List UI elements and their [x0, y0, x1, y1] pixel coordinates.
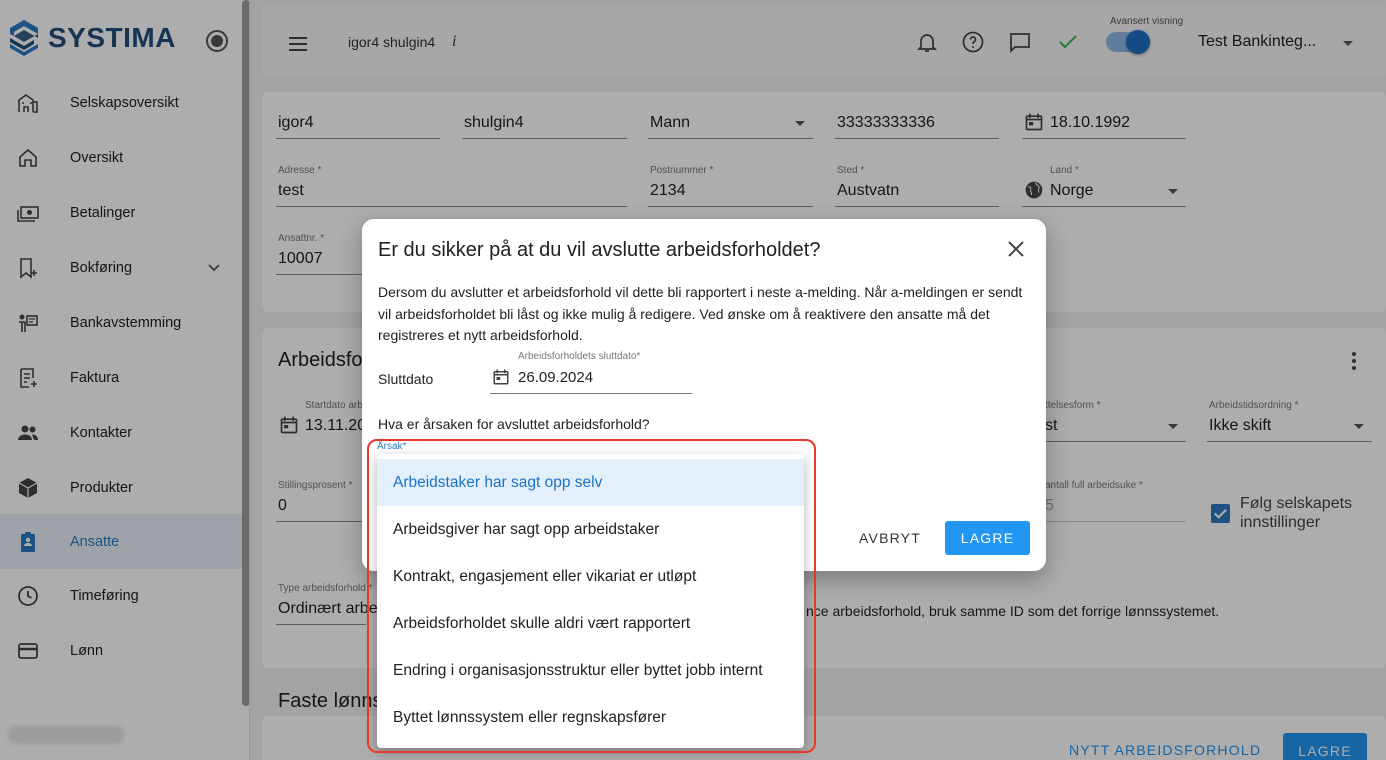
cancel-button[interactable]: AVBRYT: [848, 521, 932, 555]
end-date-underline: [490, 393, 692, 394]
dialog-title: Er du sikker på at du vil avslutte arbei…: [378, 239, 821, 261]
end-date-field-label: Arbeidsforholdets sluttdato*: [518, 351, 641, 362]
end-date-field[interactable]: 26.09.2024: [518, 369, 593, 386]
end-date-label: Sluttdato: [378, 371, 434, 387]
calendar-icon[interactable]: [492, 367, 510, 387]
dialog-description: Dersom du avslutter et arbeidsforhold vi…: [378, 284, 1023, 343]
save-button[interactable]: LAGRE: [945, 521, 1030, 555]
close-icon[interactable]: [1006, 239, 1026, 259]
highlight-annotation: [367, 439, 816, 753]
reason-question: Hva er årsaken for avsluttet arbeidsforh…: [378, 416, 650, 432]
